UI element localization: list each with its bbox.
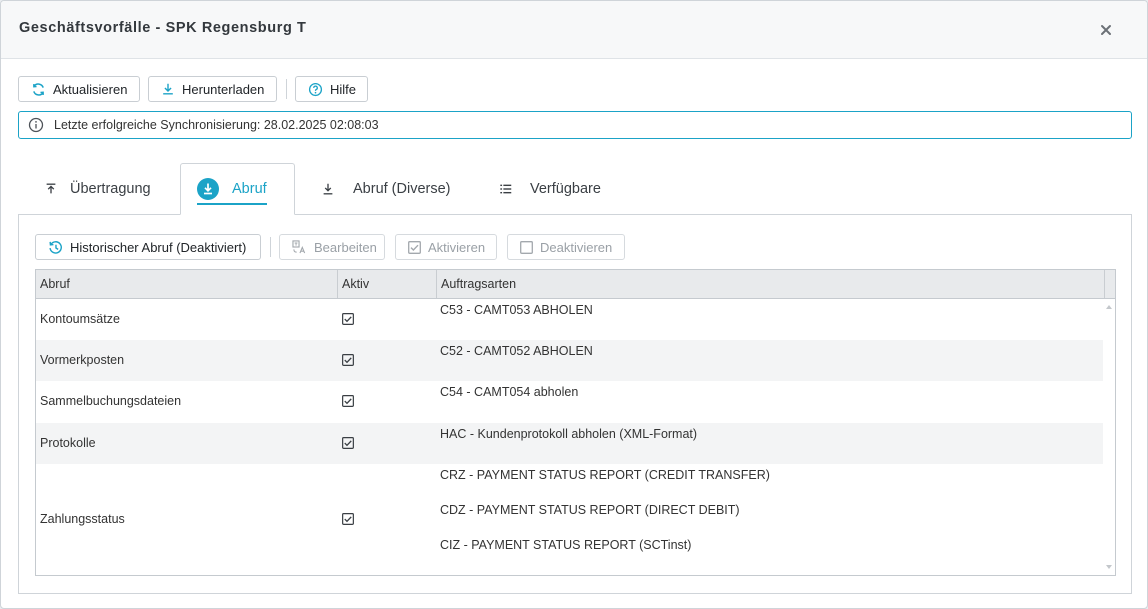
vertical-scrollbar[interactable] (1103, 299, 1115, 575)
help-icon (308, 82, 323, 96)
abruf-panel: Historischer Abruf (Deaktiviert) Bearbei… (18, 214, 1132, 594)
auftragsart-line: CRZ - PAYMENT STATUS REPORT (CREDIT TRAN… (440, 468, 770, 482)
sync-info-bar: Letzte erfolgreiche Synchronisierung: 28… (18, 111, 1132, 139)
cell-abruf: Zahlungsstatus (40, 512, 125, 526)
checkbox-checked-icon[interactable] (342, 354, 354, 366)
column-header-aktiv[interactable]: Aktiv (338, 270, 437, 298)
scroll-down-arrow-icon[interactable] (1105, 563, 1113, 571)
table-row[interactable]: Zahlungsstatus CRZ - PAYMENT STATUS REPO… (36, 464, 1104, 575)
cell-auftragsart: CRZ - PAYMENT STATUS REPORT (CREDIT TRAN… (440, 468, 770, 552)
tab-abruf[interactable]: Abruf (180, 163, 295, 215)
auftragsart-line: CDZ - PAYMENT STATUS REPORT (DIRECT DEBI… (440, 503, 740, 517)
dialog-title: Geschäftsvorfälle - SPK Regensburg T (19, 20, 307, 36)
help-button[interactable]: Hilfe (295, 76, 368, 102)
cell-auftragsart: HAC - Kundenprotokoll abholen (XML-Forma… (440, 427, 698, 441)
table-row[interactable]: Protokolle HAC - Kundenprotokoll abholen… (36, 423, 1104, 464)
checkbox-checked-icon[interactable] (342, 313, 354, 325)
tab-bar: Übertragung Abruf Abruf (Diverse) Verfüg… (18, 163, 1132, 215)
cell-abruf: Protokolle (40, 436, 96, 450)
download-icon (323, 183, 333, 195)
table-row[interactable]: Vormerkposten C52 - CAMT052 ABHOLEN (36, 340, 1104, 381)
dialog-window: Geschäftsvorfälle - SPK Regensburg T Akt… (0, 0, 1148, 609)
info-icon (28, 117, 44, 133)
upload-icon (46, 183, 56, 194)
grid-body: Kontoumsätze C53 - CAMT053 ABHOLEN Vorme… (36, 299, 1104, 575)
main-toolbar: Aktualisieren Herunterladen Hilfe (18, 76, 368, 102)
activate-button[interactable]: Aktivieren (395, 234, 497, 260)
auftragsart-line: CIZ - PAYMENT STATUS REPORT (SCTinst) (440, 538, 692, 552)
edit-label: Bearbeiten (314, 239, 377, 255)
checkbox-empty-icon (520, 240, 533, 254)
refresh-button[interactable]: Aktualisieren (18, 76, 140, 102)
table-row[interactable]: Sammelbuchungsdateien C54 - CAMT054 abho… (36, 381, 1104, 423)
activate-label: Aktivieren (428, 239, 486, 255)
abruf-grid: Abruf Aktiv Auftragsarten Kontoumsätze C… (35, 269, 1116, 576)
tab-abruf-diverse[interactable]: Abruf (Diverse) (321, 163, 451, 215)
tab-uebertragung[interactable]: Übertragung (44, 163, 151, 215)
edit-button[interactable]: Bearbeiten (279, 234, 385, 260)
refresh-label: Aktualisieren (53, 81, 128, 97)
cell-abruf: Sammelbuchungsdateien (40, 394, 182, 408)
download-circle-icon (197, 178, 219, 200)
tab-verfuegbare-label: Verfügbare (530, 181, 601, 197)
deactivate-button[interactable]: Deaktivieren (507, 234, 625, 260)
cell-auftragsart: C52 - CAMT052 ABHOLEN (440, 344, 593, 358)
cell-auftragsart: C54 - CAMT054 abholen (440, 385, 579, 399)
tab-abruf-diverse-label: Abruf (Diverse) (353, 181, 451, 197)
panel-toolbar-divider (270, 237, 271, 257)
download-button[interactable]: Herunterladen (148, 76, 277, 102)
tab-abruf-label: Abruf (232, 181, 267, 197)
grid-header: Abruf Aktiv Auftragsarten (36, 270, 1115, 299)
checkbox-checked-icon[interactable] (342, 513, 354, 525)
dialog-header: Geschäftsvorfälle - SPK Regensburg T (1, 1, 1147, 59)
history-icon (49, 240, 62, 254)
tab-uebertragung-label: Übertragung (70, 181, 151, 197)
download-icon (163, 83, 173, 95)
checkbox-checked-icon[interactable] (342, 395, 354, 407)
cell-abruf: Vormerkposten (40, 353, 125, 367)
deactivate-label: Deaktivieren (540, 239, 613, 255)
edit-translate-icon (292, 240, 306, 254)
download-label: Herunterladen (182, 81, 265, 97)
tab-abruf-inner: Abruf (197, 173, 267, 205)
column-header-abruf[interactable]: Abruf (36, 270, 338, 298)
close-icon[interactable] (1095, 19, 1117, 41)
help-label: Hilfe (330, 81, 357, 97)
list-icon (500, 184, 512, 194)
checkbox-checked-icon (408, 240, 421, 254)
cell-auftragsart: C53 - CAMT053 ABHOLEN (440, 303, 593, 317)
toolbar-divider (286, 79, 287, 99)
refresh-icon (33, 82, 44, 96)
scroll-up-arrow-icon[interactable] (1105, 303, 1113, 311)
cell-abruf: Kontoumsätze (40, 312, 120, 326)
column-header-auftragsarten[interactable]: Auftragsarten (437, 270, 1105, 298)
tab-verfuegbare[interactable]: Verfügbare (499, 163, 601, 215)
history-button[interactable]: Historischer Abruf (Deaktiviert) (35, 234, 261, 260)
sync-info-text: Letzte erfolgreiche Synchronisierung: 28… (54, 118, 379, 132)
panel-toolbar: Historischer Abruf (Deaktiviert) Bearbei… (35, 234, 625, 260)
table-row[interactable]: Kontoumsätze C53 - CAMT053 ABHOLEN (36, 299, 1104, 340)
checkbox-checked-icon[interactable] (342, 437, 354, 449)
history-label: Historischer Abruf (Deaktiviert) (70, 239, 247, 255)
